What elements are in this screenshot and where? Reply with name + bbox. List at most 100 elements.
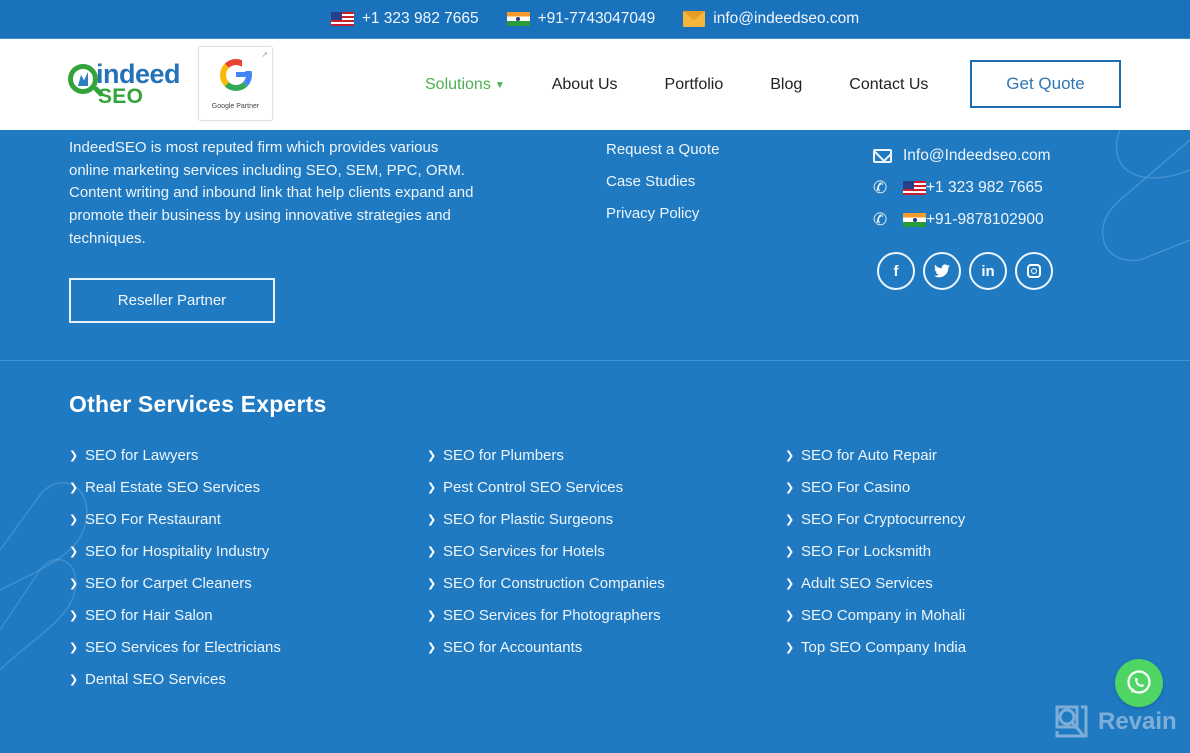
main-nav: Solutions ▼ About Us Portfolio Blog Conta… (425, 39, 975, 130)
service-link-label: SEO Services for Photographers (443, 607, 661, 624)
service-link[interactable]: ❯ Top SEO Company India (785, 632, 966, 664)
service-link[interactable]: ❯ Real Estate SEO Services (69, 472, 281, 504)
linkedin-icon: in (981, 262, 995, 280)
service-link[interactable]: ❯ SEO Services for Photographers (427, 600, 665, 632)
topbar-us-phone[interactable]: +1 323 982 7665 (330, 10, 479, 28)
service-link-label: SEO For Casino (801, 479, 911, 496)
reseller-partner-button[interactable]: Reseller Partner (69, 278, 275, 323)
service-link[interactable]: ❯ SEO For Casino (785, 472, 966, 504)
service-link-label: Real Estate SEO Services (85, 479, 261, 496)
services-title: Other Services Experts (69, 391, 327, 417)
service-link[interactable]: ❯ SEO For Restaurant (69, 504, 281, 536)
service-link[interactable]: ❯ SEO for Auto Repair (785, 440, 966, 472)
service-link[interactable]: ❯ SEO For Cryptocurrency (785, 504, 966, 536)
nav-about-us[interactable]: About Us (552, 76, 618, 94)
service-link[interactable]: ❯ Pest Control SEO Services (427, 472, 665, 504)
chevron-right-icon: ❯ (69, 642, 79, 654)
service-link[interactable]: ❯ SEO for Construction Companies (427, 568, 665, 600)
service-link[interactable]: ❯ SEO for Hair Salon (69, 600, 281, 632)
service-link[interactable]: ❯ SEO for Accountants (427, 632, 665, 664)
service-link[interactable]: ❯ SEO for Carpet Cleaners (69, 568, 281, 600)
link-case-studies[interactable]: Case Studies (606, 172, 719, 204)
service-link-label: SEO Services for Electricians (85, 639, 281, 656)
google-partner-badge[interactable]: ↗ Google Partner (198, 46, 273, 121)
services-column-3: ❯ SEO for Auto Repair ❯ SEO For Casino ❯ SEO … (785, 440, 966, 664)
logo-word-seo: SEO (98, 85, 144, 108)
instagram-button[interactable] (1015, 252, 1053, 290)
chevron-right-icon: ❯ (69, 514, 79, 526)
contact-topbar: +1 323 982 7665 +91-7743047049 info@inde… (0, 0, 1190, 39)
chevron-right-icon: ❯ (427, 514, 437, 526)
service-link-label: SEO for Accountants (443, 639, 583, 656)
service-link[interactable]: ❯ Dental SEO Services (69, 664, 281, 696)
services-column-1: ❯ SEO for Lawyers ❯ Real Estate SEO Service… (69, 440, 281, 696)
service-link[interactable]: ❯ SEO For Locksmith (785, 536, 966, 568)
get-quote-button[interactable]: Get Quote (970, 60, 1121, 108)
twitter-button[interactable] (923, 252, 961, 290)
chevron-down-icon: ▼ (494, 79, 505, 91)
service-link-label: SEO for Plastic Surgeons (443, 511, 614, 528)
nav-blog[interactable]: Blog (770, 76, 802, 94)
phone-icon: ✆ (873, 178, 888, 197)
linkedin-button[interactable]: in (969, 252, 1007, 290)
service-link-label: SEO For Cryptocurrency (801, 511, 966, 528)
service-link[interactable]: ❯ SEO Services for Hotels (427, 536, 665, 568)
phone-icon: ✆ (873, 210, 888, 229)
google-g-icon (220, 59, 252, 91)
footer-links: Request a Quote Case Studies Privacy Pol… (606, 140, 719, 236)
link-request-quote[interactable]: Request a Quote (606, 140, 719, 172)
chevron-right-icon: ❯ (69, 450, 79, 462)
service-link[interactable]: ❯ SEO Services for Electricians (69, 632, 281, 664)
whatsapp-icon (1127, 670, 1151, 694)
contact-us-phone-text: +1 323 982 7665 (926, 179, 1043, 196)
service-link-label: SEO for Plumbers (443, 447, 564, 464)
service-link-label: SEO Services for Hotels (443, 543, 605, 560)
facebook-button[interactable]: f (877, 252, 915, 290)
contact-email-text: Info@Indeedseo.com (903, 147, 1051, 164)
facebook-icon: f (893, 262, 899, 280)
service-link-label: Pest Control SEO Services (443, 479, 624, 496)
service-link-label: Top SEO Company India (801, 639, 967, 656)
nav-solutions-label: Solutions (425, 75, 491, 93)
service-link[interactable]: ❯ SEO for Hospitality Industry (69, 536, 281, 568)
background-decoration-right (1101, 130, 1190, 262)
topbar-email[interactable]: info@indeedseo.com (683, 10, 859, 28)
service-link[interactable]: ❯ SEO for Plastic Surgeons (427, 504, 665, 536)
topbar-us-phone-text: +1 323 982 7665 (361, 10, 479, 27)
service-link-label: SEO for Construction Companies (443, 575, 665, 592)
footer-contact: Info@Indeedseo.com ✆ +1 323 982 7665 ✆ +… (873, 140, 1051, 236)
service-link-label: SEO For Locksmith (801, 543, 932, 560)
india-flag-icon (903, 213, 926, 227)
chevron-right-icon: ❯ (427, 482, 437, 494)
india-flag-icon (506, 12, 530, 26)
revain-logo-icon (1055, 705, 1088, 738)
nav-solutions[interactable]: Solutions ▼ (425, 76, 505, 94)
chevron-right-icon: ❯ (785, 450, 795, 462)
service-link-label: SEO for Hospitality Industry (85, 543, 270, 560)
revain-badge[interactable]: Revain (1055, 705, 1177, 738)
contact-email[interactable]: Info@Indeedseo.com (873, 140, 1051, 172)
chevron-right-icon: ❯ (69, 578, 79, 590)
chevron-right-icon: ❯ (69, 482, 79, 494)
revain-label: Revain (1098, 707, 1177, 735)
envelope-icon (873, 149, 892, 163)
service-link-label: Adult SEO Services (801, 575, 933, 592)
contact-in-phone[interactable]: ✆ +91-9878102900 (873, 204, 1051, 236)
contact-us-phone[interactable]: ✆ +1 323 982 7665 (873, 172, 1051, 204)
service-link[interactable]: ❯ SEO for Plumbers (427, 440, 665, 472)
service-link[interactable]: ❯ SEO for Lawyers (69, 440, 281, 472)
service-link-label: Dental SEO Services (85, 671, 226, 688)
link-privacy-policy[interactable]: Privacy Policy (606, 204, 719, 236)
site-header: indeed SEO ↗ Google Partner Solutions ▼ A… (0, 39, 1190, 130)
service-link[interactable]: ❯ Adult SEO Services (785, 568, 966, 600)
whatsapp-button[interactable] (1115, 659, 1163, 707)
service-link-label: SEO for Lawyers (85, 447, 199, 464)
nav-contact-us[interactable]: Contact Us (849, 76, 928, 94)
service-link[interactable]: ❯ SEO Company in Mohali (785, 600, 966, 632)
chevron-right-icon: ❯ (427, 610, 437, 622)
about-text: IndeedSEO is most reputed firm which pro… (69, 139, 474, 247)
topbar-in-phone[interactable]: +91-7743047049 (506, 10, 656, 28)
nav-portfolio[interactable]: Portfolio (665, 76, 724, 94)
topbar-in-phone-text: +91-7743047049 (537, 10, 656, 27)
indeedseo-logo[interactable]: indeed SEO (68, 59, 186, 108)
